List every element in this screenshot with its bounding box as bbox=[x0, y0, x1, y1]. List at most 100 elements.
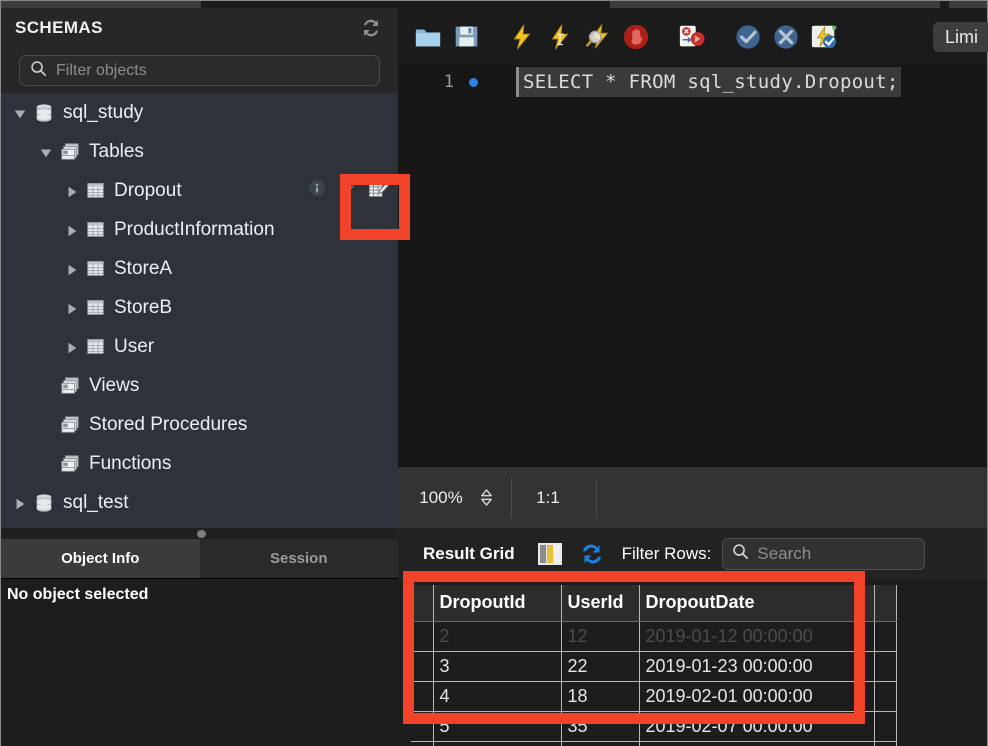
filter-rows-placeholder: Search bbox=[757, 544, 812, 563]
tree-node-sql-study[interactable]: sql_study bbox=[1, 93, 398, 132]
table-row[interactable]: 2 12 2019-01-12 00:00:00 bbox=[411, 621, 897, 652]
folder-functions-icon bbox=[60, 454, 80, 474]
table-cell[interactable]: 4 bbox=[433, 681, 562, 712]
row-gutter-cell[interactable] bbox=[411, 651, 434, 682]
table-data-icon-highlight bbox=[340, 174, 410, 240]
stop-execution-icon[interactable] bbox=[620, 21, 652, 53]
result-grid[interactable]: DropoutId UserId DropoutDate 2 12 2019-01-12… bbox=[398, 580, 987, 746]
table-icon bbox=[86, 298, 105, 317]
chevron-right-icon[interactable] bbox=[65, 222, 81, 238]
tree-node-storea[interactable]: StoreA bbox=[1, 249, 398, 288]
folder-tables-icon bbox=[60, 142, 80, 162]
filter-objects-placeholder: Filter objects bbox=[56, 61, 147, 79]
filter-objects-container: Filter objects bbox=[1, 48, 398, 93]
row-end-spacer bbox=[874, 741, 897, 746]
result-grid-table: DropoutId UserId DropoutDate 2 12 2019-01-12… bbox=[411, 585, 897, 746]
table-cell[interactable]: 2019-02-10 00:00:00 bbox=[639, 741, 875, 746]
column-header[interactable]: DropoutId bbox=[433, 585, 562, 622]
tab-session[interactable]: Session bbox=[199, 539, 398, 578]
table-icon bbox=[86, 220, 105, 239]
filter-objects-input[interactable]: Filter objects bbox=[19, 55, 380, 86]
tree-node-label: Dropout bbox=[114, 179, 182, 201]
table-cell[interactable]: 22 bbox=[561, 651, 640, 682]
commit-icon[interactable] bbox=[732, 21, 764, 53]
table-cell[interactable]: 38 bbox=[561, 741, 640, 746]
query-editor-pane: Limi 1 SELECT * FROM sql_study.Dropout; … bbox=[398, 8, 988, 746]
tree-node-user[interactable]: User bbox=[1, 327, 398, 366]
chevron-right-icon[interactable] bbox=[65, 261, 81, 277]
chevron-right-icon[interactable] bbox=[13, 495, 29, 511]
table-row[interactable]: 6382019-02-10 00:00:00 bbox=[411, 741, 897, 746]
grid-columns-icon[interactable] bbox=[537, 542, 563, 566]
tree-node-label: Views bbox=[89, 374, 140, 396]
table-cell[interactable]: 2019-01-23 00:00:00 bbox=[639, 651, 875, 682]
chevron-right-icon[interactable] bbox=[65, 300, 81, 316]
row-end-spacer bbox=[874, 681, 897, 712]
chevron-down-icon[interactable] bbox=[39, 144, 55, 160]
row-gutter-cell[interactable] bbox=[411, 741, 434, 746]
table-row[interactable]: 4 18 2019-02-01 00:00:00 bbox=[411, 681, 897, 712]
table-row[interactable]: 3 22 2019-01-23 00:00:00 bbox=[411, 651, 897, 682]
refresh-icon[interactable] bbox=[360, 17, 382, 39]
sql-statement-text[interactable]: SELECT * FROM sql_study.Dropout; bbox=[516, 67, 901, 97]
sql-editor[interactable]: 1 SELECT * FROM sql_study.Dropout; bbox=[398, 65, 987, 466]
tree-node-label: User bbox=[114, 335, 155, 357]
autocommit-icon[interactable] bbox=[808, 21, 840, 53]
tree-node-dropout[interactable]: Dropout bbox=[1, 171, 398, 210]
database-icon bbox=[34, 493, 54, 513]
info-icon[interactable] bbox=[308, 179, 326, 203]
tree-node-sql-test[interactable]: sql_test bbox=[1, 483, 398, 522]
table-cell[interactable]: 2019-02-01 00:00:00 bbox=[639, 681, 875, 712]
column-header[interactable]: UserId bbox=[561, 585, 640, 622]
tab-object-info[interactable]: Object Info bbox=[1, 539, 200, 578]
rollback-icon[interactable] bbox=[770, 21, 802, 53]
chevron-down-icon[interactable] bbox=[13, 105, 29, 121]
updown-stepper-icon[interactable] bbox=[475, 488, 497, 507]
object-info-panel: No object selected bbox=[1, 578, 398, 746]
tree-node-productinformation[interactable]: ProductInformation bbox=[1, 210, 398, 249]
tree-horizontal-scrollbar[interactable] bbox=[1, 528, 398, 539]
table-cell[interactable]: 2019-01-12 00:00:00 bbox=[639, 621, 875, 652]
object-info-message: No object selected bbox=[7, 586, 149, 603]
tree-node-tables[interactable]: Tables bbox=[1, 132, 398, 171]
table-cell[interactable]: 12 bbox=[561, 621, 640, 652]
table-cell[interactable]: 35 bbox=[561, 711, 640, 742]
table-cell[interactable]: 3 bbox=[433, 651, 562, 682]
table-icon bbox=[86, 337, 105, 356]
chevron-right-icon[interactable] bbox=[65, 339, 81, 355]
row-gutter-cell[interactable] bbox=[411, 711, 434, 742]
toggle-stop-on-error-icon[interactable] bbox=[676, 21, 708, 53]
status-divider-2 bbox=[596, 477, 597, 518]
tree-node-stored-procedures[interactable]: Stored Procedures bbox=[1, 405, 398, 444]
open-file-icon[interactable] bbox=[412, 21, 444, 53]
execute-icon[interactable] bbox=[506, 21, 538, 53]
search-icon bbox=[30, 60, 47, 82]
folder-procedures-icon bbox=[60, 415, 80, 435]
table-cell[interactable]: 2 bbox=[433, 621, 562, 652]
row-gutter-cell[interactable] bbox=[411, 621, 434, 652]
tree-node-views[interactable]: Views bbox=[1, 366, 398, 405]
table-cell[interactable]: 18 bbox=[561, 681, 640, 712]
execute-current-statement-icon[interactable] bbox=[544, 21, 576, 53]
status-divider bbox=[511, 477, 512, 518]
scrollbar-knob[interactable] bbox=[197, 530, 206, 538]
row-end-spacer bbox=[874, 711, 897, 742]
table-row[interactable]: 5 35 2019-02-07 00:00:00 bbox=[411, 711, 897, 742]
table-cell[interactable]: 5 bbox=[433, 711, 562, 742]
refresh-icon[interactable] bbox=[579, 542, 605, 566]
database-icon bbox=[34, 103, 54, 123]
column-header[interactable]: DropoutDate bbox=[639, 585, 875, 622]
row-limit-dropdown[interactable]: Limi bbox=[933, 22, 988, 52]
save-icon[interactable] bbox=[450, 21, 482, 53]
tab-label: Object Info bbox=[61, 550, 140, 567]
blue-dot-marker-icon[interactable] bbox=[469, 77, 478, 87]
filter-rows-search-input[interactable]: Search bbox=[722, 538, 926, 570]
tree-node-functions[interactable]: Functions bbox=[1, 444, 398, 483]
tree-node-storeb[interactable]: StoreB bbox=[1, 288, 398, 327]
chevron-right-icon[interactable] bbox=[65, 183, 81, 199]
table-cell[interactable]: 6 bbox=[433, 741, 562, 746]
row-gutter-cell[interactable] bbox=[411, 681, 434, 712]
explain-statement-icon[interactable] bbox=[582, 21, 614, 53]
table-cell[interactable]: 2019-02-07 00:00:00 bbox=[639, 711, 875, 742]
